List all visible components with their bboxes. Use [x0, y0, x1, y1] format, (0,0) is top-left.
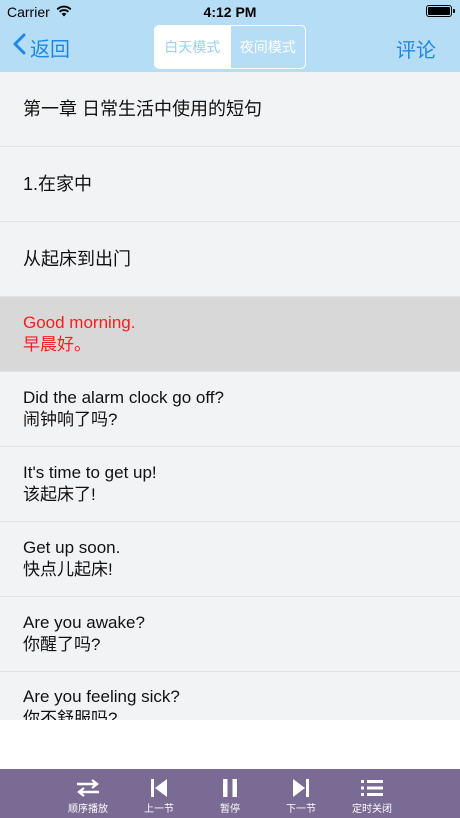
battery-icon: [426, 5, 455, 17]
mode-segmented-control: 白天模式 夜间模式: [154, 25, 306, 69]
list-item-english: Did the alarm clock go off?: [23, 388, 224, 407]
list-item[interactable]: It's time to get up! 该起床了!: [0, 447, 460, 522]
day-mode-option[interactable]: 白天模式: [155, 26, 230, 68]
comment-button[interactable]: 评论: [396, 34, 436, 63]
list-item[interactable]: Are you awake? 你醒了吗?: [0, 597, 460, 672]
night-mode-option[interactable]: 夜间模式: [229, 26, 306, 68]
next-section-button[interactable]: 下一节: [266, 769, 336, 818]
pause-button[interactable]: 暂停: [195, 769, 265, 818]
order-play-button[interactable]: 顺序播放: [53, 769, 123, 818]
list-item-chinese: 早晨好。: [23, 335, 91, 354]
list-item-chinese: 你醒了吗?: [23, 635, 101, 654]
top-bar: Carrier 4:12 PM 返回 白天模式 夜间模式 评论: [0, 0, 460, 72]
player-toolbar: 顺序播放 上一节 暂停 下一节 定时关闭: [0, 769, 460, 818]
list-item[interactable]: 1.在家中: [0, 147, 460, 222]
list-icon: [360, 778, 384, 798]
list-item-title: 1.在家中: [23, 174, 93, 194]
order-play-label: 顺序播放: [68, 804, 108, 815]
list-item-english: Are you awake?: [23, 613, 145, 632]
back-button[interactable]: 返回: [12, 32, 70, 62]
list-item-chinese: 快点儿起床!: [23, 560, 113, 579]
shuffle-icon: [75, 778, 101, 798]
list-item-english: It's time to get up!: [23, 463, 157, 482]
nav-bar: 返回 白天模式 夜间模式 评论: [0, 24, 460, 72]
skip-forward-icon: [291, 778, 311, 798]
timer-off-button[interactable]: 定时关闭: [337, 769, 407, 818]
skip-back-icon: [149, 778, 169, 798]
prev-section-label: 上一节: [144, 804, 174, 815]
status-time: 4:12 PM: [203, 4, 257, 20]
list-item[interactable]: Did the alarm clock go off? 闹钟响了吗?: [0, 372, 460, 447]
list-item-chinese: 你不舒服吗?: [23, 709, 118, 720]
back-label: 返回: [30, 38, 70, 61]
next-section-label: 下一节: [286, 804, 316, 815]
list-item-chinese: 该起床了!: [23, 485, 96, 504]
list-item-selected[interactable]: Good morning. 早晨好。: [0, 297, 460, 372]
list-item-title: 第一章 日常生活中使用的短句: [23, 99, 262, 119]
chevron-left-icon: [12, 33, 30, 61]
prev-section-button[interactable]: 上一节: [124, 769, 194, 818]
content-spacer: [0, 720, 460, 769]
timer-off-label: 定时关闭: [352, 804, 392, 815]
list-item-english: Are you feeling sick?: [23, 687, 180, 706]
list-item[interactable]: 第一章 日常生活中使用的短句: [0, 72, 460, 147]
list-item-title: 从起床到出门: [23, 249, 131, 269]
pause-icon: [220, 778, 240, 798]
list-item[interactable]: 从起床到出门: [0, 222, 460, 297]
sentence-list[interactable]: 第一章 日常生活中使用的短句 1.在家中 从起床到出门 Good morning…: [0, 72, 460, 720]
status-bar: Carrier 4:12 PM: [0, 0, 460, 24]
pause-label: 暂停: [220, 804, 240, 815]
list-item[interactable]: Get up soon. 快点儿起床!: [0, 522, 460, 597]
list-item[interactable]: Are you feeling sick? 你不舒服吗?: [0, 672, 460, 720]
list-item-english: Good morning.: [23, 313, 136, 332]
list-item-chinese: 闹钟响了吗?: [23, 410, 118, 429]
list-item-english: Get up soon.: [23, 538, 121, 557]
